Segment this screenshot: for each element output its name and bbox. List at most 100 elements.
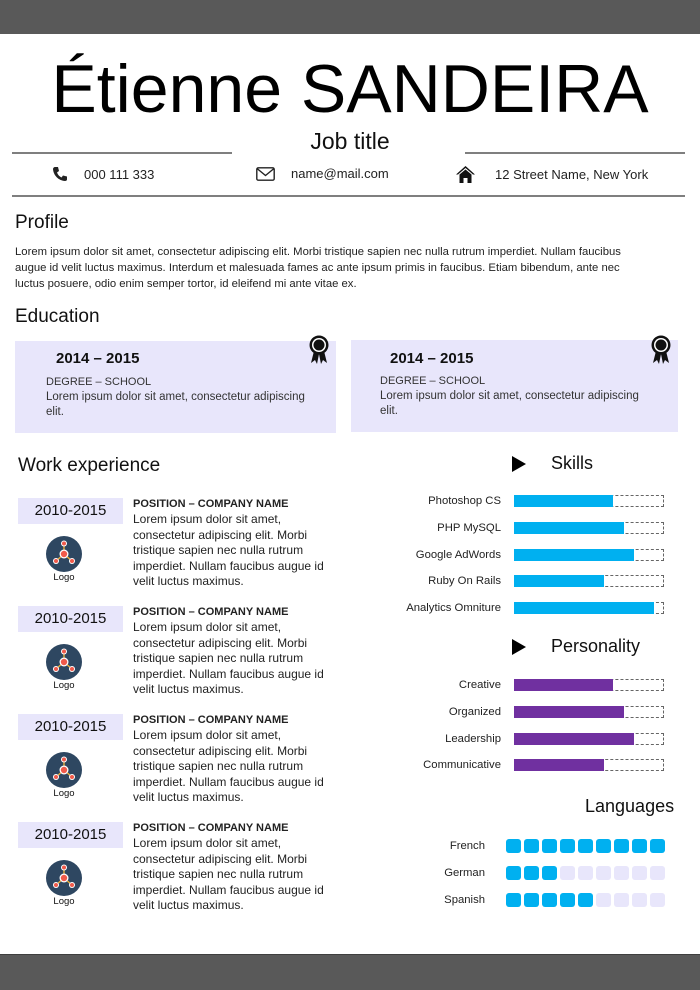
job-description-line: tristique sapien nec nulla rutrum xyxy=(133,543,304,557)
job-years: 2010-2015 xyxy=(18,498,123,524)
divider-right xyxy=(465,152,685,154)
language-level-dot-filled xyxy=(524,839,539,853)
skill-row: Google AdWords xyxy=(380,548,680,562)
work-item: 2010-2015 Logo POSITION – COMPANY NAME L… xyxy=(18,606,358,711)
language-level-dot-filled xyxy=(578,839,593,853)
job-description-line: tristique sapien nec nulla rutrum xyxy=(133,651,304,665)
skills-title: Skills xyxy=(551,453,594,473)
language-level-dot-empty xyxy=(632,866,647,880)
skills-heading: Skills xyxy=(512,453,593,474)
language-level-dot-empty xyxy=(596,893,611,907)
job-description-line: Lorem ipsum dolor sit amet, xyxy=(133,836,282,850)
job-description: Lorem ipsum dolor sit amet, consectetur a… xyxy=(133,836,348,914)
language-label: German xyxy=(444,867,485,879)
profile-line: Lorem ipsum dolor sit amet, consectetur … xyxy=(15,246,621,258)
award-ribbon-icon xyxy=(308,335,330,370)
education-card: 2014 – 2015 DEGREE – SCHOOL Lorem ipsum … xyxy=(351,335,678,432)
personality-bar-fill xyxy=(514,705,624,718)
contact-phone: 000 111 333 xyxy=(52,166,154,182)
language-level-dot-empty xyxy=(650,893,665,907)
divider-left xyxy=(12,152,232,154)
language-level-dot-filled xyxy=(542,893,557,907)
job-description-line: consectetur adipiscing elit. Morbi xyxy=(133,851,308,866)
candidate-name: Étienne SANDEIRA xyxy=(51,51,649,127)
language-level-dot-filled xyxy=(506,839,521,853)
language-level-dot-filled xyxy=(596,839,611,853)
company-logo-icon xyxy=(46,752,82,788)
profile-line: luctus posuere, odio enim semper tortor,… xyxy=(15,278,357,290)
language-level-dot-filled xyxy=(506,866,521,880)
job-description-line: velit luctus maximus. xyxy=(133,790,244,804)
language-label: French xyxy=(449,840,485,852)
skill-row: Photoshop CS xyxy=(380,494,680,508)
job-description-line: Lorem ipsum dolor sit amet, xyxy=(133,620,282,634)
education-description-line: elit. xyxy=(380,405,398,417)
language-level-dot-empty xyxy=(650,866,665,880)
profile-line: augue id velit luctus maximus. Interdum … xyxy=(15,262,620,274)
language-level-dot-filled xyxy=(578,893,593,907)
job-position: POSITION – COMPANY NAME xyxy=(133,822,289,834)
job-description-line: consectetur adipiscing elit. Morbi xyxy=(133,635,308,650)
language-level-dot-empty xyxy=(578,866,593,880)
personality-bar-fill xyxy=(514,732,634,745)
job-description-line: tristique sapien nec nulla rutrum xyxy=(133,867,304,881)
profile-text: Lorem ipsum dolor sit amet, consectetur … xyxy=(15,244,685,292)
language-level xyxy=(506,893,665,907)
language-level-dot-filled xyxy=(614,839,629,853)
skill-row: Ruby On Rails xyxy=(380,574,680,588)
bottom-bar xyxy=(0,954,700,990)
job-description-line: Lorem ipsum dolor sit amet, xyxy=(133,728,282,742)
job-description-line: velit luctus maximus. xyxy=(133,574,244,588)
work-item: 2010-2015 Logo POSITION – COMPANY NAME L… xyxy=(18,714,358,819)
skill-bar-fill xyxy=(514,602,654,614)
language-level-dot-filled xyxy=(542,839,557,853)
job-position: POSITION – COMPANY NAME xyxy=(133,498,289,510)
language-level-dot-filled xyxy=(506,893,521,907)
job-years: 2010-2015 xyxy=(18,822,123,848)
language-level xyxy=(506,866,665,880)
envelope-icon xyxy=(256,166,275,181)
contact-address: 12 Street Name, New York xyxy=(456,166,648,183)
language-label: Spanish xyxy=(444,894,485,906)
email-address[interactable]: name@mail.com xyxy=(291,166,389,181)
personality-row: Creative xyxy=(380,678,680,692)
job-years: 2010-2015 xyxy=(18,714,123,740)
language-level-dot-empty xyxy=(596,866,611,880)
award-ribbon-icon xyxy=(650,335,672,370)
skill-bar-fill xyxy=(514,548,634,561)
language-row: German xyxy=(420,866,680,880)
language-row: French xyxy=(420,839,680,853)
education-years: 2014 – 2015 xyxy=(390,350,474,367)
job-description-line: imperdiet. Nullam faucibus augue id xyxy=(133,774,324,789)
company-logo-icon xyxy=(46,644,82,680)
education-card: 2014 – 2015 DEGREE – SCHOOL Lorem ipsum … xyxy=(15,335,336,433)
personality-label: Organized xyxy=(448,705,501,718)
education-degree: DEGREE – SCHOOL xyxy=(46,376,152,388)
personality-row: Communicative xyxy=(380,758,680,772)
job-description-line: velit luctus maximus. xyxy=(133,682,244,696)
triangle-bullet-icon xyxy=(512,455,526,472)
personality-label: Communicative xyxy=(423,759,501,772)
personality-heading: Personality xyxy=(512,636,640,657)
personality-bar-fill xyxy=(514,679,613,691)
job-description: Lorem ipsum dolor sit amet, consectetur a… xyxy=(133,728,348,806)
logo-label: Logo xyxy=(53,572,75,583)
language-level-dot-empty xyxy=(614,866,629,880)
language-level-dot-filled xyxy=(560,839,575,853)
job-description-line: consectetur adipiscing elit. Morbi xyxy=(133,743,308,758)
work-item: 2010-2015 Logo POSITION – COMPANY NAME L… xyxy=(18,498,358,603)
job-position: POSITION – COMPANY NAME xyxy=(133,714,289,726)
skill-bar-fill xyxy=(514,521,624,534)
contact-divider xyxy=(12,195,685,197)
language-level xyxy=(506,839,665,853)
job-description-line: consectetur adipiscing elit. Morbi xyxy=(133,527,308,542)
job-description-line: Lorem ipsum dolor sit amet, xyxy=(133,512,282,526)
education-heading: Education xyxy=(15,306,100,327)
skill-label: Ruby On Rails xyxy=(428,575,501,588)
contact-email: name@mail.com xyxy=(256,166,389,181)
skill-row: Analytics Omniture xyxy=(380,601,680,615)
personality-label: Leadership xyxy=(445,732,501,745)
language-level-dot-filled xyxy=(632,839,647,853)
skill-row: PHP MySQL xyxy=(380,521,680,535)
street-address: 12 Street Name, New York xyxy=(495,167,649,182)
